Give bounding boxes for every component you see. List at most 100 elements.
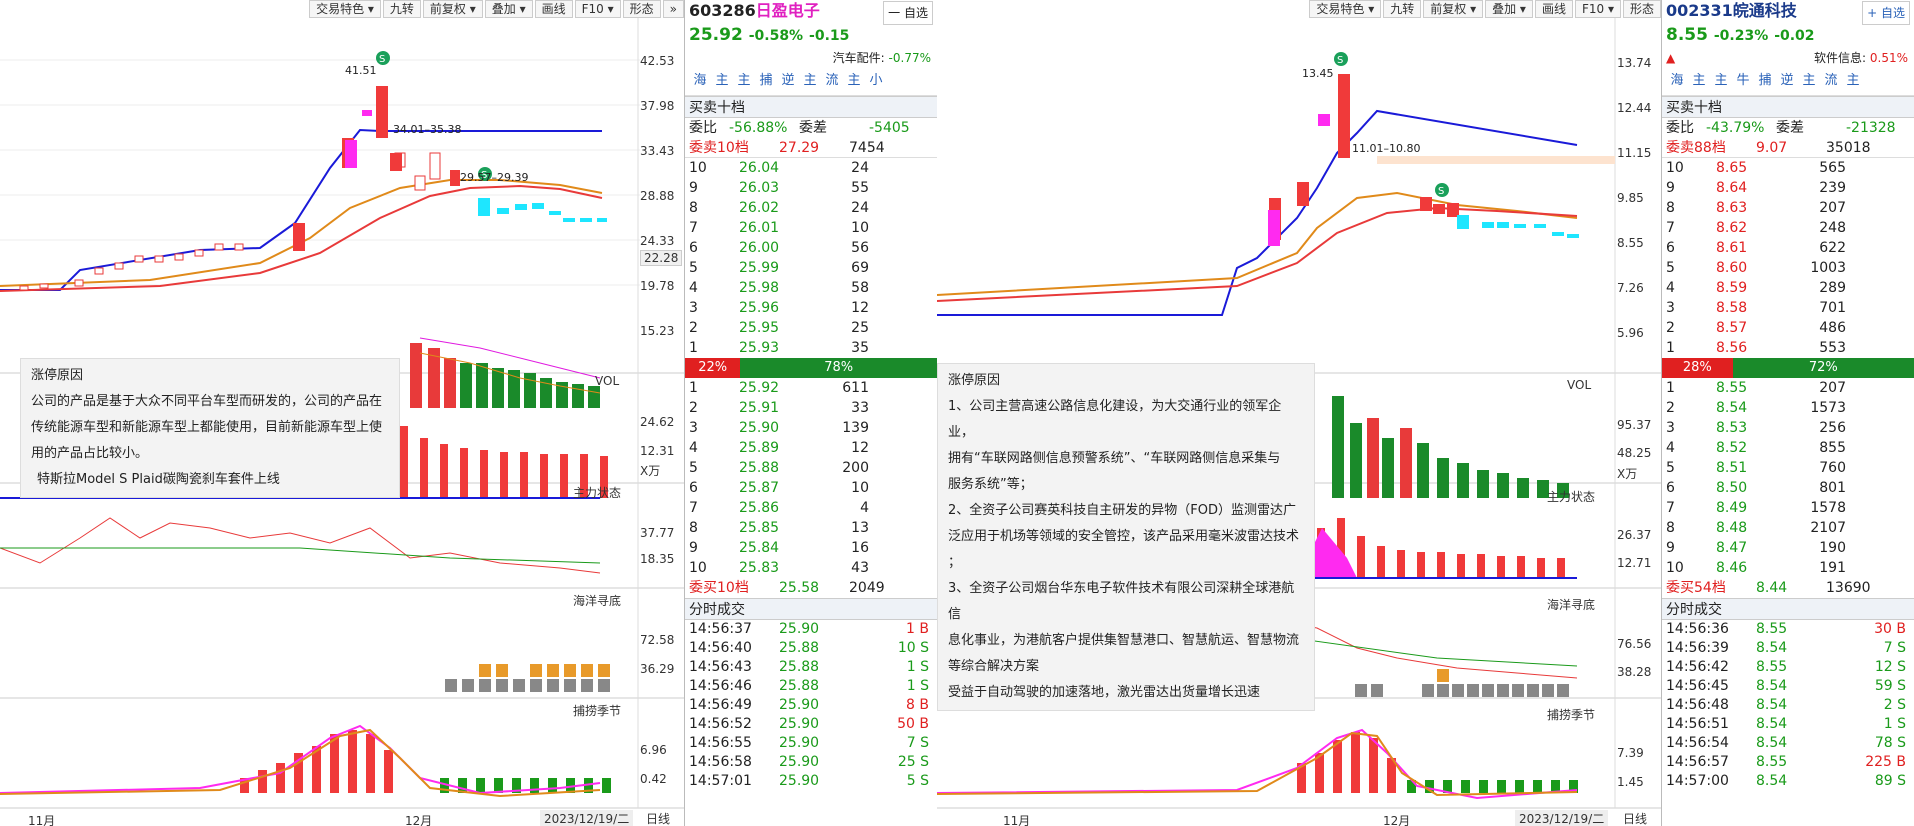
nav-item[interactable]: 主 [733,71,755,91]
order-level-row[interactable]: 2 25.95 25 [685,318,937,338]
toolbar-overlay[interactable]: 叠加 ▾ [484,0,533,18]
order-level-row[interactable]: 7 8.49 1578 [1662,498,1914,518]
order-level-row[interactable]: 10 26.04 24 [685,158,937,178]
period-button[interactable]: 日线 [1623,810,1647,826]
order-level-row[interactable]: 8 26.02 24 [685,198,937,218]
price-axis-label: 42.53 [640,54,675,68]
toolbar-draw[interactable]: 画线 [534,0,573,18]
level-price: 8.48 [1716,520,1748,536]
level-volume: 256 [1819,420,1846,436]
nav-item[interactable]: 捕 [755,71,777,91]
level-index: 1 [1666,340,1675,356]
order-level-row[interactable]: 6 8.61 622 [1662,238,1914,258]
order-level-row[interactable]: 8 25.85 13 [685,518,937,538]
order-level-row[interactable]: 8 8.63 207 [1662,198,1914,218]
order-level-row[interactable]: 1 8.56 553 [1662,338,1914,358]
toolbar-pattern[interactable]: 形态 [1622,0,1661,18]
toolbar-overlay[interactable]: 叠加 ▾ [1485,0,1533,18]
order-level-row[interactable]: 10 8.46 191 [1662,558,1914,578]
order-level-row[interactable]: 8 8.48 2107 [1662,518,1914,538]
level-volume: 12 [851,300,869,316]
order-level-row[interactable]: 1 25.92 611 [685,378,937,398]
toolbar-f10[interactable]: F10 ▾ [1574,0,1621,18]
nav-item[interactable]: 流 [1820,71,1842,91]
toolbar-jiuzhuan[interactable]: 九转 [382,0,421,18]
order-level-row[interactable]: 5 8.51 760 [1662,458,1914,478]
order-level-row[interactable]: 5 8.60 1003 [1662,258,1914,278]
period-button[interactable]: 日线 [646,810,670,826]
order-level-row[interactable]: 10 25.83 43 [685,558,937,578]
nav-item[interactable]: 小 [865,71,887,91]
toolbar-pattern[interactable]: 形态 [622,0,661,18]
level-price: 25.85 [739,520,780,536]
toolbar-jiuzhuan[interactable]: 九转 [1383,0,1422,18]
trade-price: 25.88 [779,659,820,675]
nav-item[interactable]: 捕 [1754,71,1776,91]
order-level-row[interactable]: 7 26.01 10 [685,218,937,238]
order-level-row[interactable]: 6 8.50 801 [1662,478,1914,498]
level-price: 8.49 [1716,500,1748,516]
order-level-row[interactable]: 5 25.99 69 [685,258,937,278]
order-level-row[interactable]: 6 26.00 56 [685,238,937,258]
order-level-row[interactable]: 3 25.90 139 [685,418,937,438]
toolbar-adjust[interactable]: 前复权 ▾ [1423,0,1484,18]
order-level-row[interactable]: 4 8.52 855 [1662,438,1914,458]
level-price: 8.59 [1716,280,1748,296]
nav-item[interactable]: 主 [1798,71,1820,91]
toolbar-trade-feature[interactable]: 交易特色 ▾ [1309,0,1382,18]
order-level-row[interactable]: 7 25.86 4 [685,498,937,518]
watchlist-button[interactable]: + 自选 [1862,1,1910,25]
order-level-row[interactable]: 2 8.57 486 [1662,318,1914,338]
nav-item[interactable]: 牛 [1732,71,1754,91]
order-level-row[interactable]: 9 25.84 16 [685,538,937,558]
order-level-row[interactable]: 10 8.65 565 [1662,158,1914,178]
watchlist-button[interactable]: 一 自选 [883,1,933,25]
toolbar-trade-feature[interactable]: 交易特色 ▾ [309,0,381,18]
order-level-row[interactable]: 2 8.54 1573 [1662,398,1914,418]
order-level-row[interactable]: 9 26.03 55 [685,178,937,198]
nav-item[interactable]: 主 [799,71,821,91]
level-price: 8.52 [1716,440,1748,456]
level-volume: 565 [1819,160,1846,176]
nav-item[interactable]: 主 [1710,71,1732,91]
level-price: 26.01 [739,220,780,236]
order-level-row[interactable]: 2 25.91 33 [685,398,937,418]
order-level-row[interactable]: 4 8.59 289 [1662,278,1914,298]
nav-item[interactable]: 海 [689,71,711,91]
trade-row: 14:56:57 8.55 225 B [1662,753,1914,772]
nav-item[interactable]: 主 [1688,71,1710,91]
nav-item[interactable]: 逆 [1776,71,1798,91]
order-level-row[interactable]: 4 25.98 58 [685,278,937,298]
order-level-row[interactable]: 9 8.47 190 [1662,538,1914,558]
toolbar-adjust[interactable]: 前复权 ▾ [422,0,483,18]
order-level-row[interactable]: 3 8.53 256 [1662,418,1914,438]
quote-panel-2: 002331皖通科技 + 自选 8.55 -0.23% -0.02 ▲ 软件信息… [1661,0,1914,826]
collapse-icon[interactable]: » [662,0,684,18]
nav-item[interactable]: 主 [1842,71,1864,91]
order-level-row[interactable]: 1 25.93 35 [685,338,937,358]
nav-item[interactable]: 逆 [777,71,799,91]
nav-item[interactable]: 流 [821,71,843,91]
level-volume: 4 [860,500,869,516]
order-level-row[interactable]: 3 25.96 12 [685,298,937,318]
order-level-row[interactable]: 3 8.58 701 [1662,298,1914,318]
order-level-row[interactable]: 9 8.64 239 [1662,178,1914,198]
order-level-row[interactable]: 1 8.55 207 [1662,378,1914,398]
nav-item[interactable]: 主 [843,71,865,91]
buy-summary-volume: 2049 [849,580,885,596]
nav-item[interactable]: 主 [711,71,733,91]
trade-price: 8.55 [1756,621,1788,637]
toolbar-f10[interactable]: F10 ▾ [574,0,621,18]
trade-price: 25.90 [779,621,820,637]
nav-item[interactable]: 海 [1666,71,1688,91]
trade-time: 14:56:52 [689,716,752,732]
toolbar-draw[interactable]: 画线 [1534,0,1573,18]
level-index: 9 [689,540,698,556]
sector-name: 软件信息: [1814,51,1867,65]
order-level-row[interactable]: 5 25.88 200 [685,458,937,478]
order-level-row[interactable]: 7 8.62 248 [1662,218,1914,238]
order-level-row[interactable]: 6 25.87 10 [685,478,937,498]
trade-volume: 89 S [1874,773,1906,789]
trade-row: 14:56:51 8.54 1 S [1662,715,1914,734]
order-level-row[interactable]: 4 25.89 12 [685,438,937,458]
